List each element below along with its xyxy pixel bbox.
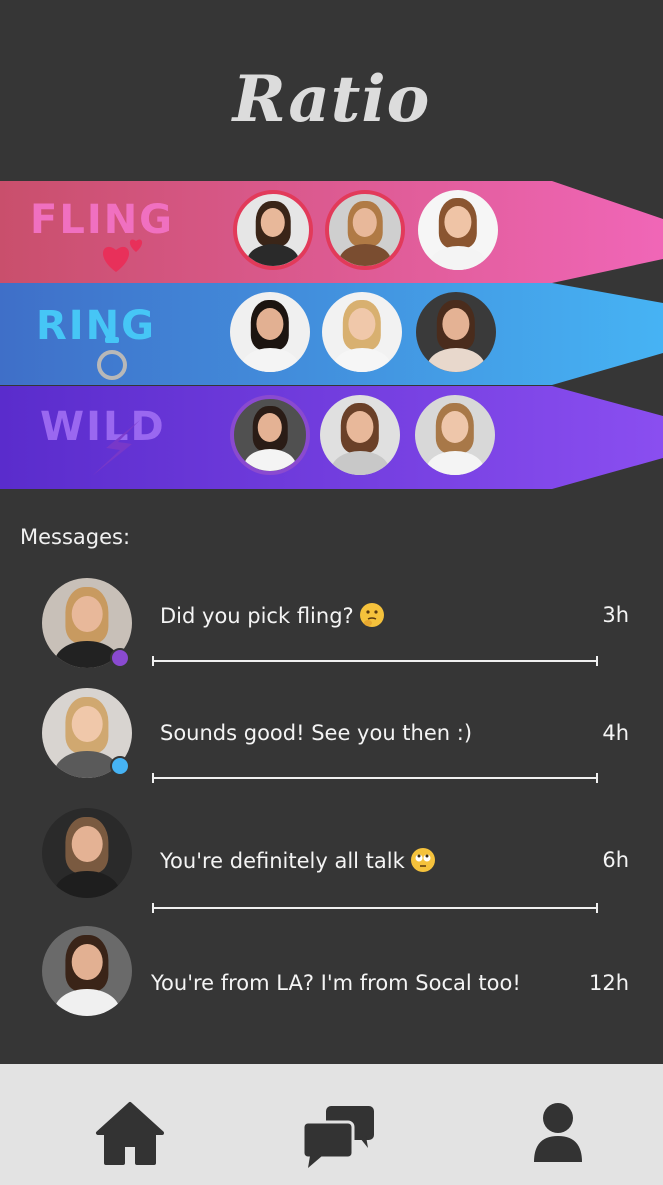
message-divider bbox=[152, 903, 598, 913]
message-time: 12h bbox=[588, 971, 629, 995]
profile-avatar[interactable] bbox=[230, 292, 310, 372]
profile-avatar[interactable] bbox=[233, 190, 313, 270]
profile-avatar[interactable] bbox=[322, 292, 402, 372]
nav-profile-button[interactable] bbox=[518, 1100, 598, 1170]
thinking-face-emoji bbox=[359, 603, 384, 627]
message-row[interactable]: Did you pick fling? 3h bbox=[0, 578, 663, 688]
profile-avatar[interactable] bbox=[416, 292, 496, 372]
hearts-icon bbox=[100, 230, 150, 279]
message-row[interactable]: You're from LA? I'm from Socal too! 12h bbox=[0, 926, 663, 1036]
message-time: 4h bbox=[602, 721, 629, 745]
nav-messages-button[interactable] bbox=[298, 1100, 378, 1170]
category-band-wild[interactable]: WILD bbox=[0, 386, 663, 489]
profile-avatar[interactable] bbox=[230, 395, 310, 475]
message-time: 3h bbox=[602, 603, 629, 627]
profile-avatar[interactable] bbox=[415, 395, 495, 475]
message-preview: You're definitely all talk bbox=[160, 848, 435, 873]
message-avatar[interactable] bbox=[42, 926, 132, 1016]
category-band-ring[interactable]: RING bbox=[0, 283, 663, 386]
message-divider bbox=[152, 656, 598, 666]
message-row[interactable]: You're definitely all talk 6h bbox=[0, 808, 663, 918]
message-preview: You're from LA? I'm from Socal too! bbox=[151, 971, 521, 995]
message-preview: Sounds good! See you then :) bbox=[160, 721, 473, 745]
message-row[interactable]: Sounds good! See you then :) 4h bbox=[0, 688, 663, 798]
online-status-dot bbox=[110, 648, 130, 668]
online-status-dot bbox=[110, 756, 130, 776]
profile-icon bbox=[534, 1103, 582, 1162]
message-preview: Did you pick fling? bbox=[160, 603, 384, 628]
profile-avatar[interactable] bbox=[325, 190, 405, 270]
message-avatar[interactable] bbox=[42, 808, 132, 898]
profile-avatar[interactable] bbox=[418, 190, 498, 270]
profile-avatar[interactable] bbox=[320, 395, 400, 475]
eye-roll-emoji bbox=[410, 848, 435, 872]
bottom-nav bbox=[0, 1064, 663, 1185]
message-divider bbox=[152, 773, 598, 783]
message-time: 6h bbox=[602, 848, 629, 872]
home-icon bbox=[96, 1102, 164, 1165]
chat-icon bbox=[301, 1106, 374, 1168]
messages-heading: Messages: bbox=[20, 525, 131, 549]
ring-icon bbox=[92, 335, 132, 387]
lightning-icon bbox=[88, 418, 148, 482]
nav-home-button[interactable] bbox=[90, 1100, 170, 1170]
app-logo: Ratio bbox=[232, 62, 431, 137]
category-band-fling[interactable]: FLING bbox=[0, 181, 663, 284]
